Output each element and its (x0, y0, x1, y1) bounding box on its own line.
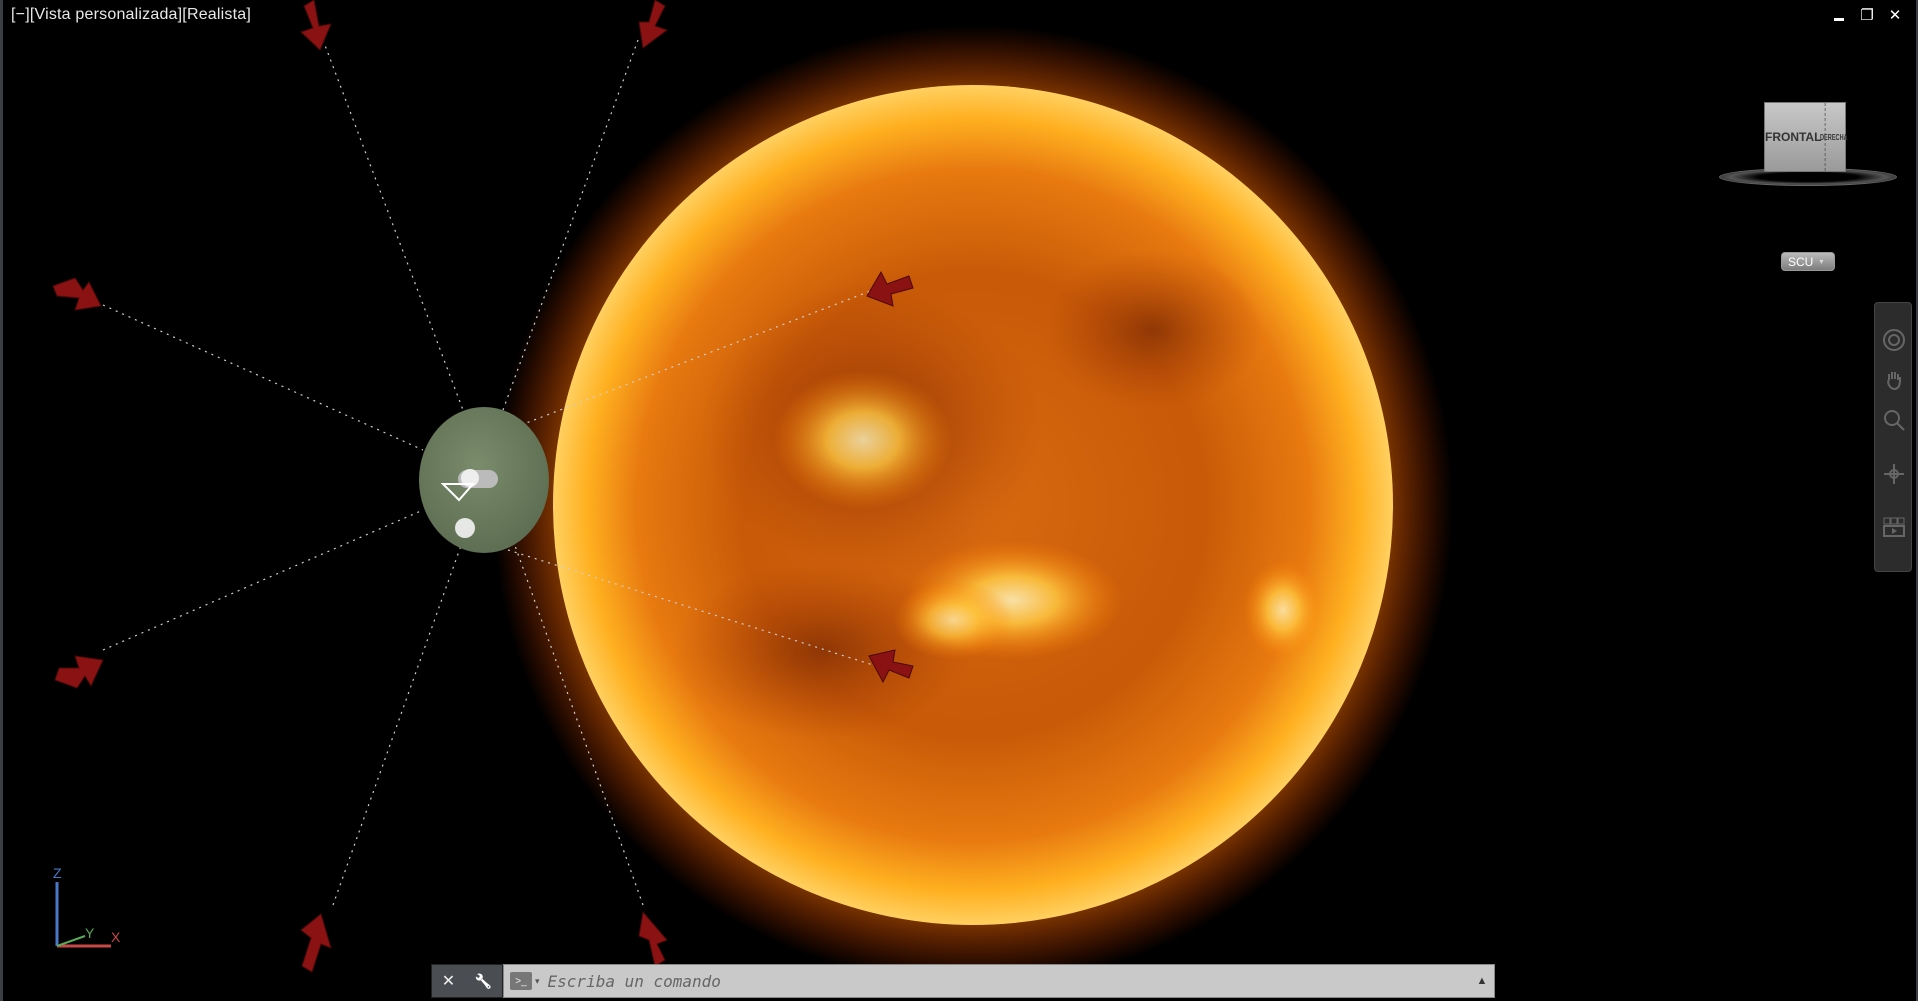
wrench-icon[interactable]: 🔧 (475, 973, 492, 990)
sun[interactable] (493, 25, 1453, 985)
ucs-axis-z: Z (53, 865, 62, 881)
chevron-down-icon: ▾ (1819, 257, 1824, 266)
viewcube-right-face[interactable]: DERECHA (1820, 103, 1848, 171)
arrow-top-right (638, 0, 669, 49)
command-line: ✕ 🔧 >_ ▾ ▲ (431, 964, 1495, 998)
view-menu[interactable]: [Vista personalizada] (30, 6, 182, 23)
ucs-menu-label: SCU (1788, 254, 1814, 269)
arrow-left-upper (52, 277, 102, 311)
earth[interactable] (419, 407, 549, 553)
light-source-icon (455, 518, 475, 538)
minimize-icon[interactable]: ▬ (1830, 6, 1848, 24)
scene-3d[interactable] (3, 0, 1918, 1001)
arrow-top-left (300, 0, 332, 51)
window-controls: ▬ ❐ ✕ (1830, 6, 1904, 24)
close-icon[interactable]: ✕ (442, 971, 455, 991)
command-history-icon[interactable]: ▲ (1470, 975, 1494, 987)
viewcube-cube[interactable]: FRONTAL DERECHA (1764, 102, 1848, 172)
restore-icon[interactable]: ❐ (1858, 6, 1876, 24)
arrow-left-lower (54, 655, 104, 689)
arrow-bottom-left (300, 913, 332, 973)
command-line-controls: ✕ 🔧 (431, 964, 503, 998)
zoom-icon[interactable] (1881, 407, 1907, 433)
ucs-icon[interactable]: Z Y X (47, 862, 137, 952)
showmotion-icon[interactable] (1881, 513, 1907, 539)
command-input-wrapper: >_ ▾ ▲ (503, 964, 1495, 998)
drawing-viewport[interactable]: [−][Vista personalizada][Realista] ▬ ❐ ✕… (0, 0, 1918, 1001)
viewport-label: [−][Vista personalizada][Realista] (11, 6, 251, 24)
command-input[interactable] (545, 970, 1470, 992)
visual-style-menu[interactable]: [Realista] (182, 6, 251, 23)
ucs-axis-y: Y (85, 925, 95, 941)
arrow-bottom-right (638, 910, 668, 967)
viewport-controls-menu[interactable]: [−] (11, 6, 30, 23)
command-prompt-icon[interactable]: >_ (510, 972, 532, 990)
steering-wheel-icon[interactable] (1881, 327, 1907, 353)
ucs-axis-x: X (111, 929, 121, 945)
orbit-icon[interactable] (1881, 461, 1907, 487)
viewcube[interactable]: FRONTAL DERECHA (1719, 92, 1899, 192)
close-icon[interactable]: ✕ (1886, 6, 1904, 24)
chevron-down-icon[interactable]: ▾ (535, 976, 540, 987)
pan-hand-icon[interactable] (1881, 367, 1907, 393)
viewcube-front-face[interactable]: FRONTAL (1765, 130, 1821, 144)
ucs-menu-button[interactable]: SCU ▾ (1781, 252, 1835, 271)
navigation-bar (1874, 302, 1912, 572)
